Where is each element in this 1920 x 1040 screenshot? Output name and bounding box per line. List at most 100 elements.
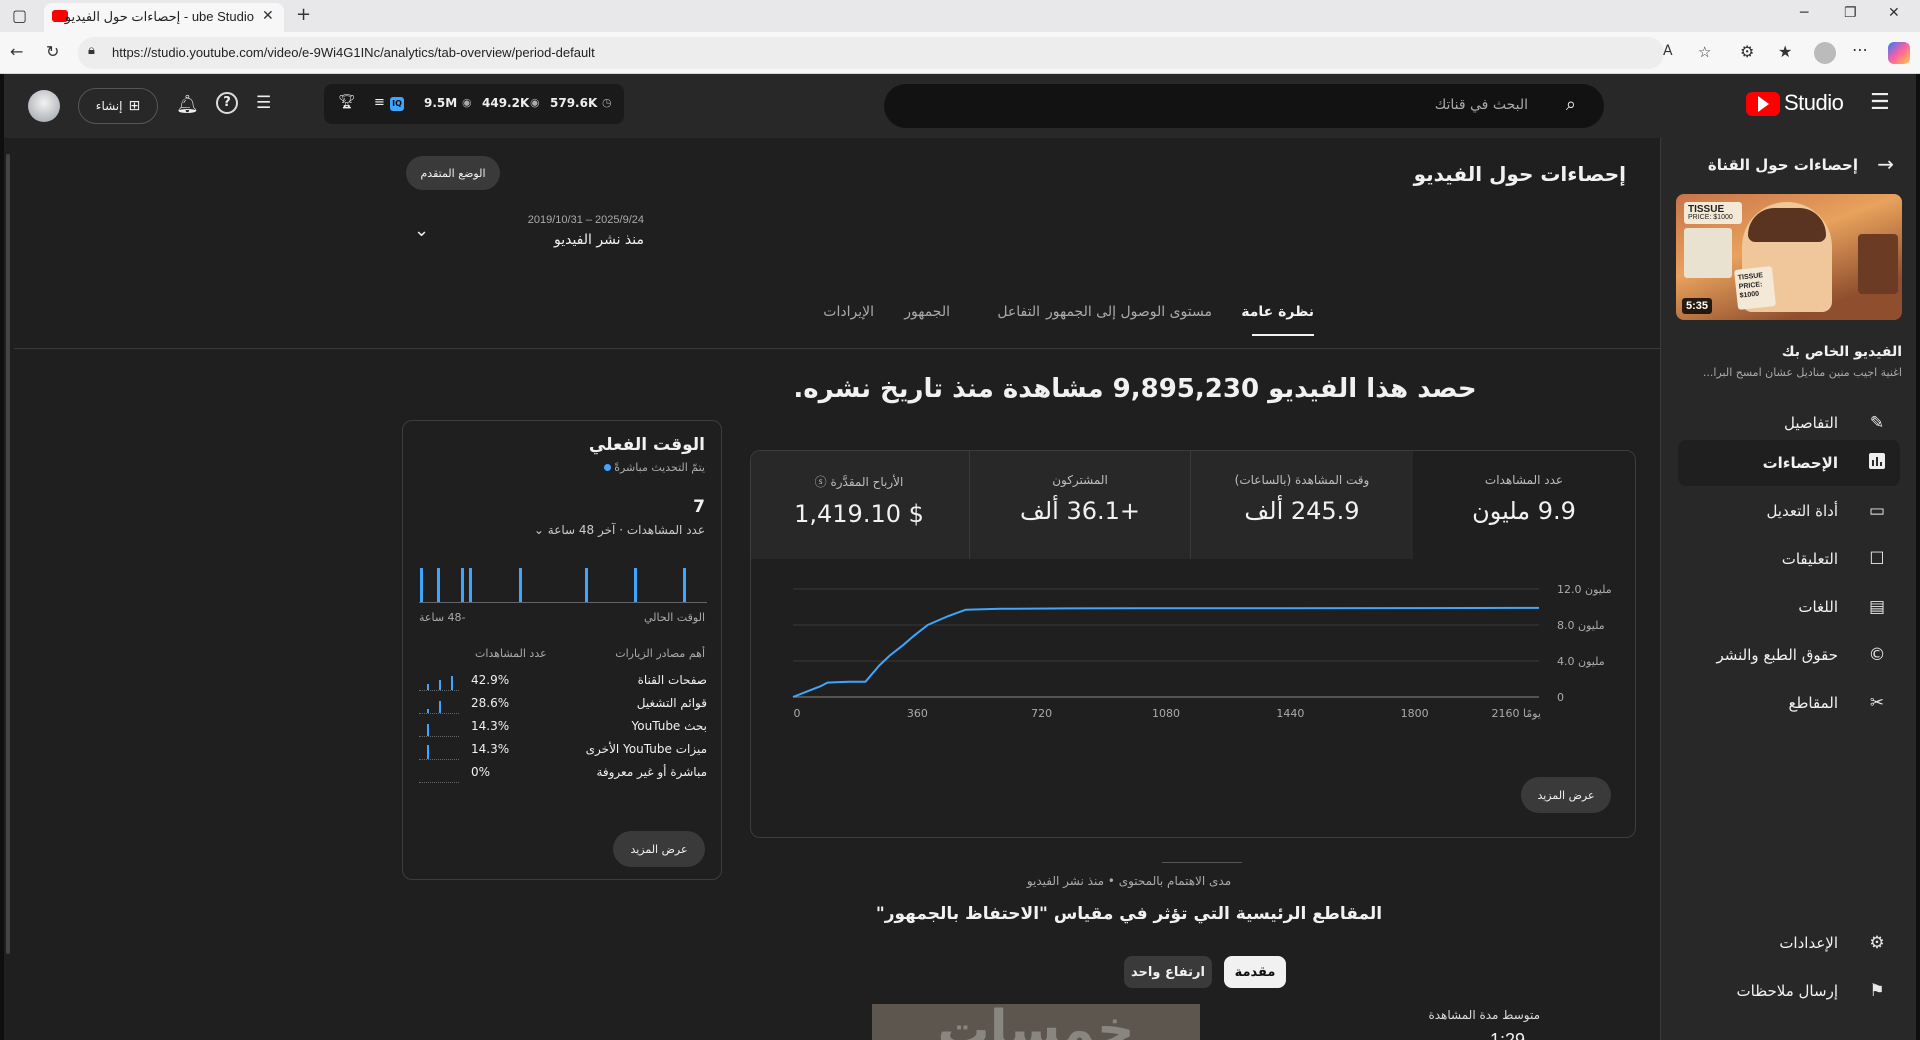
chart-see-more-button[interactable]: عرض المزيد (1521, 777, 1611, 813)
help-icon[interactable]: ? (216, 92, 238, 114)
sidebar-item-editor[interactable]: أداة التعديل ▭ (1678, 488, 1900, 534)
browser-addressbar: ← ↻ 🔒︎ https://studio.youtube.com/video/… (0, 32, 1920, 74)
notifications-bell-icon[interactable]: 🔔︎ (176, 94, 199, 115)
x-tick-label: 0 (794, 707, 801, 720)
favorite-star-icon[interactable]: ☆ (1698, 43, 1711, 61)
realtime-title: الوقت الفعلي (588, 435, 705, 455)
back-icon[interactable]: ← (10, 42, 23, 61)
create-label: إنشاء (95, 99, 123, 113)
sidebar-item-copyright[interactable]: حقوق الطبع والنشر © (1678, 632, 1900, 678)
feedback-icon[interactable]: ☰ (256, 93, 271, 113)
realtime-bar[interactable] (683, 568, 687, 602)
youtube-logo-icon[interactable] (1746, 92, 1780, 116)
tab-audience[interactable]: الجمهور (904, 304, 950, 320)
realtime-count-label[interactable]: عدد المشاهدات · آخر 48 ساعة ⌄ (534, 523, 705, 537)
read-aloud-icon[interactable]: A (1663, 43, 1673, 59)
metric-watch-time[interactable]: وقت المشاهدة (بالساعات) 245.9 ألف (1191, 451, 1413, 559)
sidebar-item-analytics[interactable]: الإحصاءات (1678, 440, 1900, 486)
extensions-icon[interactable]: ⚙ (1740, 42, 1754, 61)
realtime-bar[interactable] (518, 568, 522, 602)
realtime-bar[interactable] (420, 568, 423, 602)
avg-duration-label: متوسط مدة المشاهدة (1428, 1008, 1540, 1022)
date-range-picker[interactable]: 2019/10/31 – 2025/9/24 منذ نشر الفيديو ⌄ (414, 208, 644, 256)
traffic-source-name: بحث YouTube (631, 719, 707, 733)
profile-avatar-icon[interactable] (1814, 42, 1836, 64)
realtime-see-more-button[interactable]: عرض المزيد (613, 831, 705, 867)
traffic-source-sparkline (419, 769, 459, 783)
views-header: عدد المشاهدات (475, 647, 547, 660)
hamburger-menu-icon[interactable]: ☰ (1870, 90, 1890, 115)
scissors-icon: ✂ (1869, 693, 1885, 713)
browser-tab[interactable]: ube Studio - إحصاءات حول الفيديو ✕ (44, 3, 284, 32)
realtime-bar[interactable] (584, 568, 588, 602)
minimize-icon[interactable]: ─ (1800, 5, 1808, 21)
advanced-mode-button[interactable]: الوضع المتقدم (406, 156, 500, 190)
url-field[interactable]: 🔒︎ https://studio.youtube.com/video/e-9W… (78, 37, 1711, 69)
realtime-bar[interactable] (436, 568, 440, 602)
window-menu-icon[interactable]: ▢ (12, 6, 27, 25)
metric-label: الأرباح المقدَّرة (830, 475, 904, 489)
restore-icon[interactable]: ❐ (1844, 5, 1857, 21)
sparkline-bar (427, 745, 429, 759)
tab-overview[interactable]: نظرة عامة (1241, 304, 1314, 320)
list-icon[interactable]: ≡ (374, 95, 385, 110)
close-tab-icon[interactable]: ✕ (262, 8, 274, 24)
traffic-source-row: 0% مباشرة أو غير معروفة (419, 765, 707, 787)
views-series-line[interactable] (792, 606, 1540, 698)
create-video-icon: ⊞ (128, 98, 141, 114)
sidebar-item-label: أداة التعديل (1766, 502, 1838, 520)
tab-revenue[interactable]: الإيرادات (823, 304, 874, 320)
tab-reach[interactable]: مستوى الوصول إلى الجمهور (1046, 304, 1212, 320)
one-spike-chip[interactable]: ارتفاع واحد (1124, 956, 1212, 988)
scrollbar[interactable] (6, 154, 10, 954)
tab-engagement[interactable]: التفاعل (997, 304, 1040, 320)
sidebar-item-clips[interactable]: المقاطع ✂ (1678, 680, 1900, 726)
watermark-logo: خمسات (937, 1004, 1135, 1040)
dollar-circle-icon: ⓢ (814, 475, 827, 489)
sidebar-item-label: إرسال ملاحظات (1736, 982, 1838, 1000)
favorites-icon[interactable]: ★ (1778, 42, 1792, 61)
film-editor-icon: ▭ (1868, 501, 1886, 521)
realtime-bar-chart (419, 551, 707, 603)
back-arrow-icon[interactable]: → (1877, 152, 1894, 176)
more-menu-icon[interactable]: ⋯ (1852, 40, 1868, 59)
stat-subs: 579.6K (550, 96, 598, 110)
create-button[interactable]: ⊞ إنشاء (78, 88, 158, 124)
search-icon[interactable]: ⌕ (1566, 94, 1576, 115)
stats-bar: 🏆︎ ≡ IQ 9.5M ◉ 449.2K ◉ 579.6K ◷ (324, 84, 624, 124)
metric-label: المشتركون (1052, 473, 1108, 487)
retention-video-preview[interactable]: خمسات (872, 1004, 1200, 1040)
metric-revenue[interactable]: الأرباح المقدَّرة ⓢ $ 1,419.10 (751, 451, 969, 559)
realtime-bar[interactable] (633, 568, 637, 602)
sidebar-item-settings[interactable]: الإعدادات ⚙ (1678, 920, 1900, 966)
search-box[interactable]: البحث في قناتك ⌕ (884, 84, 1604, 128)
copilot-icon[interactable] (1888, 42, 1910, 64)
realtime-bar[interactable] (461, 568, 465, 602)
retention-caption: مدى الاهتمام بالمحتوى • منذ نشر الفيديو (1026, 874, 1232, 888)
thumbnail-sign: TISSUE PRICE: $1000 (1684, 202, 1742, 224)
traffic-source-percent: 28.6% (471, 696, 510, 710)
channel-analytics-link[interactable]: إحصاءات حول القناة (1708, 156, 1858, 174)
metric-views[interactable]: عدد المشاهدات 9.9 مليون (1413, 451, 1635, 559)
video-thumbnail[interactable]: TISSUE PRICE: $1000 TISSUE PRICE: $1000 … (1676, 194, 1902, 320)
sidebar-item-feedback[interactable]: إرسال ملاحظات ⚑ (1678, 968, 1900, 1014)
url-text: https://studio.youtube.com/video/e-9Wi4G… (112, 45, 595, 60)
thumbnail-tissue-box (1684, 228, 1732, 278)
gear-icon: ⚙ (1869, 933, 1885, 953)
close-window-icon[interactable]: ✕ (1888, 5, 1900, 21)
x-tick-label: 360 (907, 707, 928, 720)
channel-avatar[interactable] (28, 90, 60, 122)
sidebar-item-languages[interactable]: اللغات ▤ (1678, 584, 1900, 630)
trophy-icon[interactable]: 🏆︎ (338, 94, 356, 110)
traffic-source-row: 28.6% قوائم التشغيل (419, 696, 707, 718)
realtime-axis-right: الوقت الحالي (643, 611, 705, 624)
traffic-source-sparkline (419, 723, 459, 737)
reload-icon[interactable]: ↻ (46, 42, 59, 61)
sidebar-item-label: الإحصاءات (1762, 454, 1838, 472)
sidebar-item-comments[interactable]: التعليقات ☐ (1678, 536, 1900, 582)
new-tab-icon[interactable]: + (296, 4, 311, 25)
intro-chip[interactable]: مقدمة (1224, 956, 1286, 988)
metric-subscribers[interactable]: المشتركون +36.1 ألف (969, 451, 1191, 559)
sparkline-bar (439, 680, 441, 690)
realtime-bar[interactable] (469, 568, 473, 602)
